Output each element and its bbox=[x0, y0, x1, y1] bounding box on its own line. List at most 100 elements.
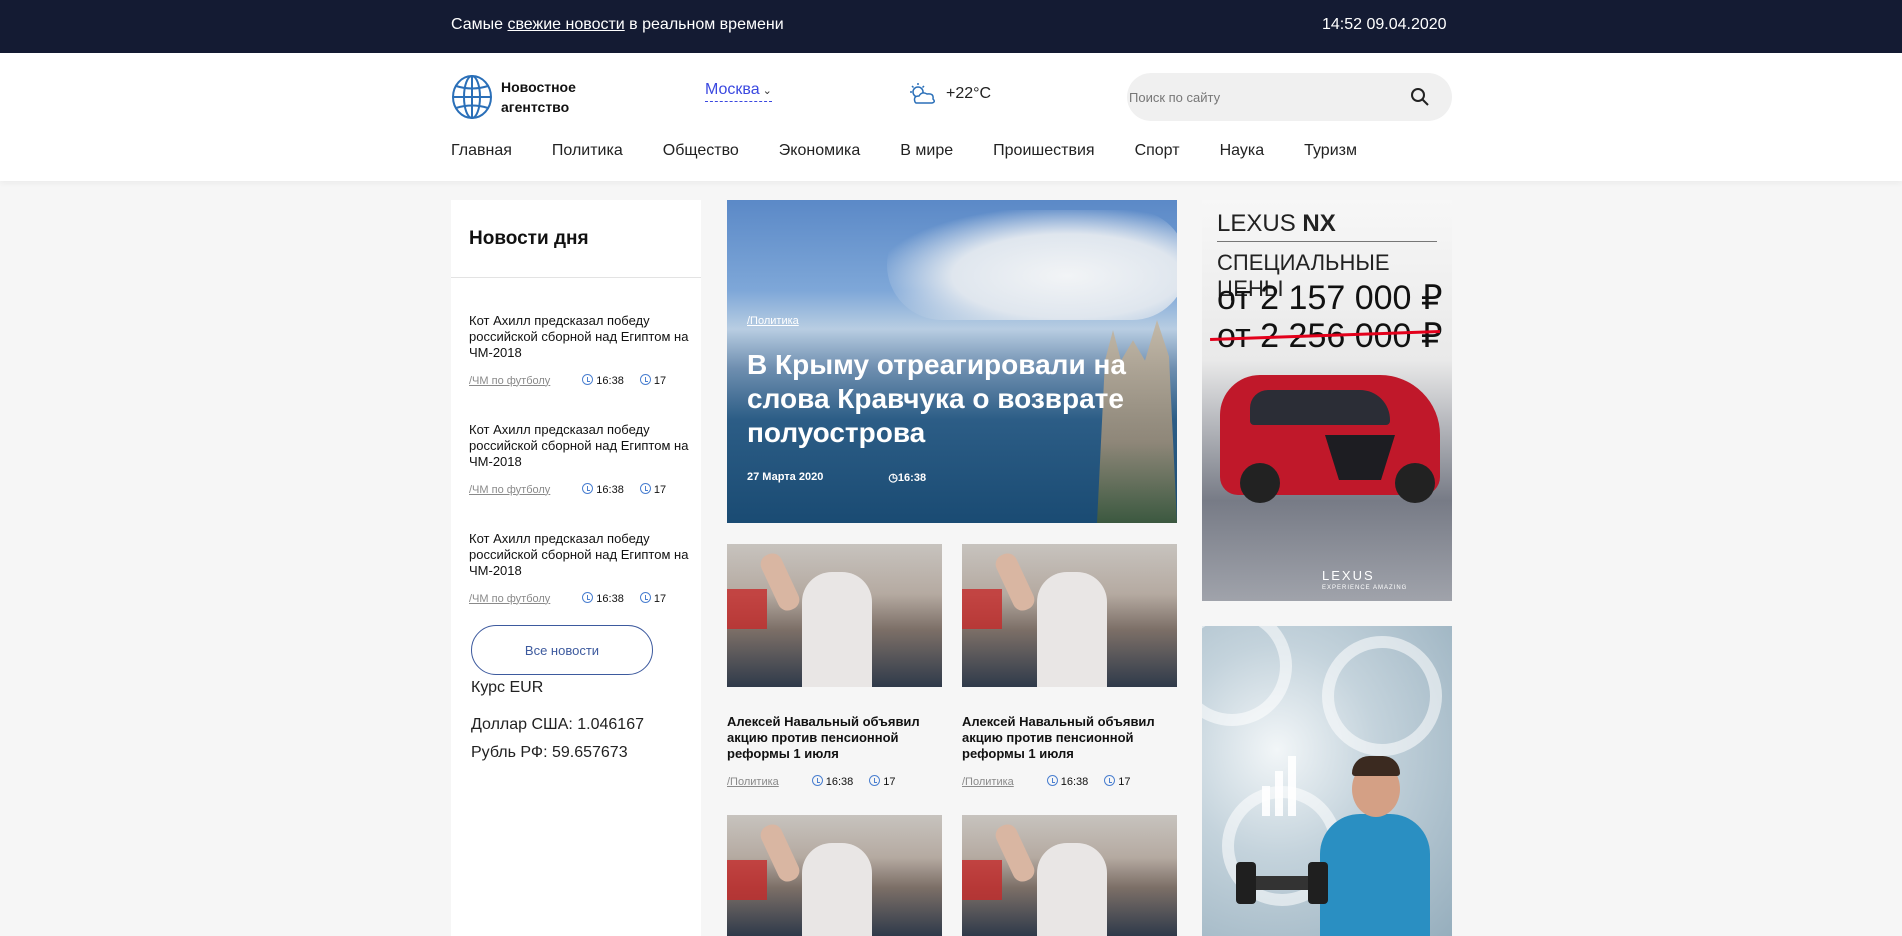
news-card[interactable]: Алексей Навальный объявил акцию против п… bbox=[962, 544, 1177, 788]
all-news-button[interactable]: Все новости bbox=[471, 625, 653, 675]
news-title[interactable]: Кот Ахилл предсказал победу российской с… bbox=[469, 313, 689, 361]
clock-icon bbox=[1046, 775, 1058, 786]
news-meta: /Политика 16:38 17 bbox=[962, 775, 1177, 788]
rubric-link[interactable]: /Политика bbox=[727, 776, 779, 788]
news-time: 16:38 bbox=[596, 484, 624, 496]
site-logo[interactable]: Новостное агентство bbox=[451, 73, 591, 121]
news-title[interactable]: Кот Ахилл предсказал победу российской с… bbox=[469, 422, 689, 470]
rubric-link[interactable]: /ЧМ по футболу bbox=[469, 484, 550, 496]
nav-item-politics[interactable]: Политика bbox=[552, 142, 623, 160]
nav-item-society[interactable]: Общество bbox=[663, 142, 739, 160]
clock-icon bbox=[639, 483, 651, 494]
lexus-slogan: EXPERIENCE AMAZING bbox=[1322, 585, 1408, 591]
main-nav: Главная Политика Общество Экономика В ми… bbox=[451, 142, 1397, 160]
hero-article[interactable]: /Политика В Крыму отреагировали на слова… bbox=[727, 200, 1177, 523]
news-card-image[interactable] bbox=[727, 544, 942, 687]
news-time: 16:38 bbox=[825, 776, 854, 788]
city-selector[interactable]: Москва ⌄ bbox=[705, 81, 772, 102]
clock-icon bbox=[582, 374, 594, 385]
tagline-text-end: в реальном времени bbox=[624, 16, 784, 33]
list-item[interactable]: Кот Ахилл предсказал победу российской с… bbox=[469, 313, 689, 387]
clock-icon bbox=[582, 483, 594, 494]
tagline: Самые свежие новости в реальном времени bbox=[451, 16, 784, 34]
comments-group: 17 bbox=[639, 592, 666, 605]
news-card-image[interactable] bbox=[727, 815, 942, 936]
news-time: 16:38 bbox=[1060, 776, 1089, 788]
site-header: Новостное агентство Москва⌄ +22°C Главна… bbox=[0, 53, 1902, 181]
nav-item-tourism[interactable]: Туризм bbox=[1304, 142, 1357, 160]
news-of-the-day-sidebar: Новости дня Кот Ахилл предсказал победу … bbox=[451, 200, 701, 936]
time-group: 16:38 bbox=[582, 483, 624, 496]
news-card[interactable] bbox=[962, 815, 1177, 936]
image-person bbox=[1037, 843, 1107, 936]
car-window bbox=[1250, 390, 1390, 425]
currency-widget: Курс EUR Доллар США: 1.046167 Рубль РФ: … bbox=[471, 679, 644, 772]
image-flag bbox=[727, 589, 767, 629]
city-label: Москва bbox=[705, 81, 760, 98]
rubric-link[interactable]: /ЧМ по футболу bbox=[469, 375, 550, 387]
temperature: +22°C bbox=[946, 85, 992, 102]
news-card[interactable] bbox=[727, 815, 942, 936]
list-item[interactable]: Кот Ахилл предсказал победу российской с… bbox=[469, 531, 689, 605]
search-input[interactable] bbox=[1127, 73, 1397, 121]
tagline-text-start: Самые bbox=[451, 16, 508, 33]
clock-icon bbox=[1104, 775, 1116, 786]
news-time: 16:38 bbox=[596, 375, 624, 387]
news-card-image[interactable] bbox=[962, 815, 1177, 936]
car-wheel bbox=[1395, 463, 1435, 503]
news-meta: /Политика 16:38 17 bbox=[727, 775, 942, 788]
car-grille bbox=[1325, 435, 1395, 480]
rubric-link[interactable]: /ЧМ по футболу bbox=[469, 593, 550, 605]
nav-item-world[interactable]: В мире bbox=[900, 142, 953, 160]
rub-rate: Рубль РФ: 59.657673 bbox=[471, 744, 628, 761]
time-group: 16:38 bbox=[1046, 775, 1089, 788]
logo-text: Новостное агентство bbox=[501, 77, 591, 117]
image-person bbox=[802, 572, 872, 687]
rubric-link[interactable]: /Политика bbox=[962, 776, 1014, 788]
nav-item-incidents[interactable]: Проишествия bbox=[993, 142, 1094, 160]
hero-title[interactable]: В Крыму отреагировали на слова Кравчука … bbox=[747, 348, 1167, 450]
current-datetime: 14:52 09.04.2020 bbox=[1322, 16, 1447, 33]
clock-icon bbox=[639, 592, 651, 603]
ad-man-body bbox=[1320, 814, 1430, 936]
sidebar-title: Новости дня bbox=[469, 228, 589, 249]
comment-count: 17 bbox=[653, 375, 667, 387]
hero-time-group: ◷16:38 bbox=[888, 471, 926, 484]
top-bar: Самые свежие новости в реальном времени … bbox=[0, 0, 1902, 53]
news-title[interactable]: Кот Ахилл предсказал победу российской с… bbox=[469, 531, 689, 579]
ad-divider bbox=[1217, 241, 1437, 242]
logo-line-2: агентство bbox=[501, 99, 570, 115]
time-group: 16:38 bbox=[811, 775, 854, 788]
car-wheel bbox=[1240, 463, 1280, 503]
logo-line-1: Новостное bbox=[501, 79, 576, 95]
nav-item-economy[interactable]: Экономика bbox=[779, 142, 861, 160]
news-card[interactable]: Алексей Навальный объявил акцию против п… bbox=[727, 544, 942, 788]
list-item[interactable]: Кот Ахилл предсказал победу российской с… bbox=[469, 422, 689, 496]
news-card-title[interactable]: Алексей Навальный объявил акцию против п… bbox=[727, 714, 942, 762]
comments-group: 17 bbox=[639, 374, 667, 387]
usd-rate: Доллар США: 1.046167 bbox=[471, 716, 644, 733]
news-card-title[interactable]: Алексей Навальный объявил акцию против п… bbox=[962, 714, 1177, 762]
image-flag bbox=[962, 589, 1002, 629]
search-icon[interactable] bbox=[1410, 87, 1430, 107]
fitness-ad-banner[interactable] bbox=[1202, 626, 1452, 936]
chevron-down-icon: ⌄ bbox=[762, 85, 772, 97]
hero-time: 16:38 bbox=[897, 472, 927, 484]
ad-man-hair bbox=[1352, 756, 1400, 776]
lexus-ad-banner[interactable]: LEXUS NX СПЕЦИАЛЬНЫЕ ЦЕНЫ от 2 157 000 ₽… bbox=[1202, 200, 1452, 601]
hero-rubric-link[interactable]: /Политика bbox=[747, 315, 799, 327]
lexus-logo-text: LEXUS bbox=[1322, 568, 1375, 583]
image-flag bbox=[962, 860, 1002, 900]
partly-cloudy-icon bbox=[910, 83, 936, 104]
fresh-news-link[interactable]: свежие новости bbox=[507, 16, 624, 33]
ad-swirl bbox=[1322, 636, 1442, 756]
nav-item-home[interactable]: Главная bbox=[451, 142, 512, 160]
dumbbell-icon bbox=[1236, 862, 1328, 904]
nav-item-science[interactable]: Наука bbox=[1220, 142, 1265, 160]
sidebar-divider bbox=[451, 277, 701, 278]
news-card-image[interactable] bbox=[962, 544, 1177, 687]
hero-meta: 27 Марта 2020 ◷16:38 bbox=[747, 471, 926, 484]
ad-car-image bbox=[1220, 375, 1440, 503]
nav-item-sport[interactable]: Спорт bbox=[1135, 142, 1180, 160]
ad-brand-name: LEXUS bbox=[1217, 210, 1296, 237]
